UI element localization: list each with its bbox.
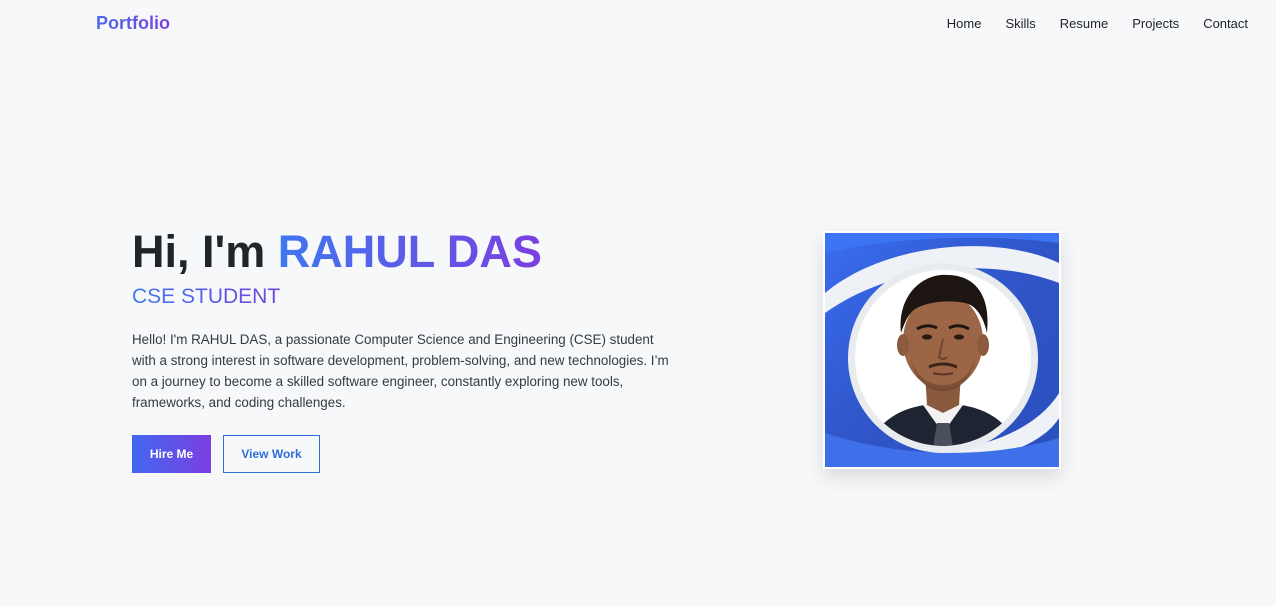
hero-headline: Hi, I'm RAHUL DAS bbox=[132, 226, 692, 278]
nav-link-contact[interactable]: Contact bbox=[1203, 16, 1248, 31]
brand-logo[interactable]: Portfolio bbox=[96, 13, 170, 34]
hero-bio: Hello! I'm RAHUL DAS, a passionate Compu… bbox=[132, 332, 669, 410]
hero-buttons: Hire Me View Work bbox=[132, 435, 692, 473]
view-work-button[interactable]: View Work bbox=[223, 435, 320, 473]
nav-link-projects[interactable]: Projects bbox=[1132, 16, 1179, 31]
profile-photo-image bbox=[825, 233, 1059, 467]
hero-name: RAHUL DAS bbox=[277, 226, 542, 277]
hire-me-button[interactable]: Hire Me bbox=[132, 435, 211, 473]
nav-links: Home Skills Resume Projects Contact bbox=[923, 16, 1248, 31]
top-navbar: Portfolio Home Skills Resume Projects Co… bbox=[0, 0, 1276, 48]
hero-greeting: Hi, I'm bbox=[132, 226, 278, 277]
profile-photo bbox=[823, 231, 1061, 469]
nav-link-home[interactable]: Home bbox=[947, 16, 982, 31]
nav-link-resume[interactable]: Resume bbox=[1060, 16, 1108, 31]
hero-intro: Hi, I'm RAHUL DAS CSE STUDENT Hello! I'm… bbox=[132, 226, 692, 473]
nav-link-skills[interactable]: Skills bbox=[1005, 16, 1035, 31]
hero-subtitle: CSE STUDENT bbox=[132, 283, 280, 311]
